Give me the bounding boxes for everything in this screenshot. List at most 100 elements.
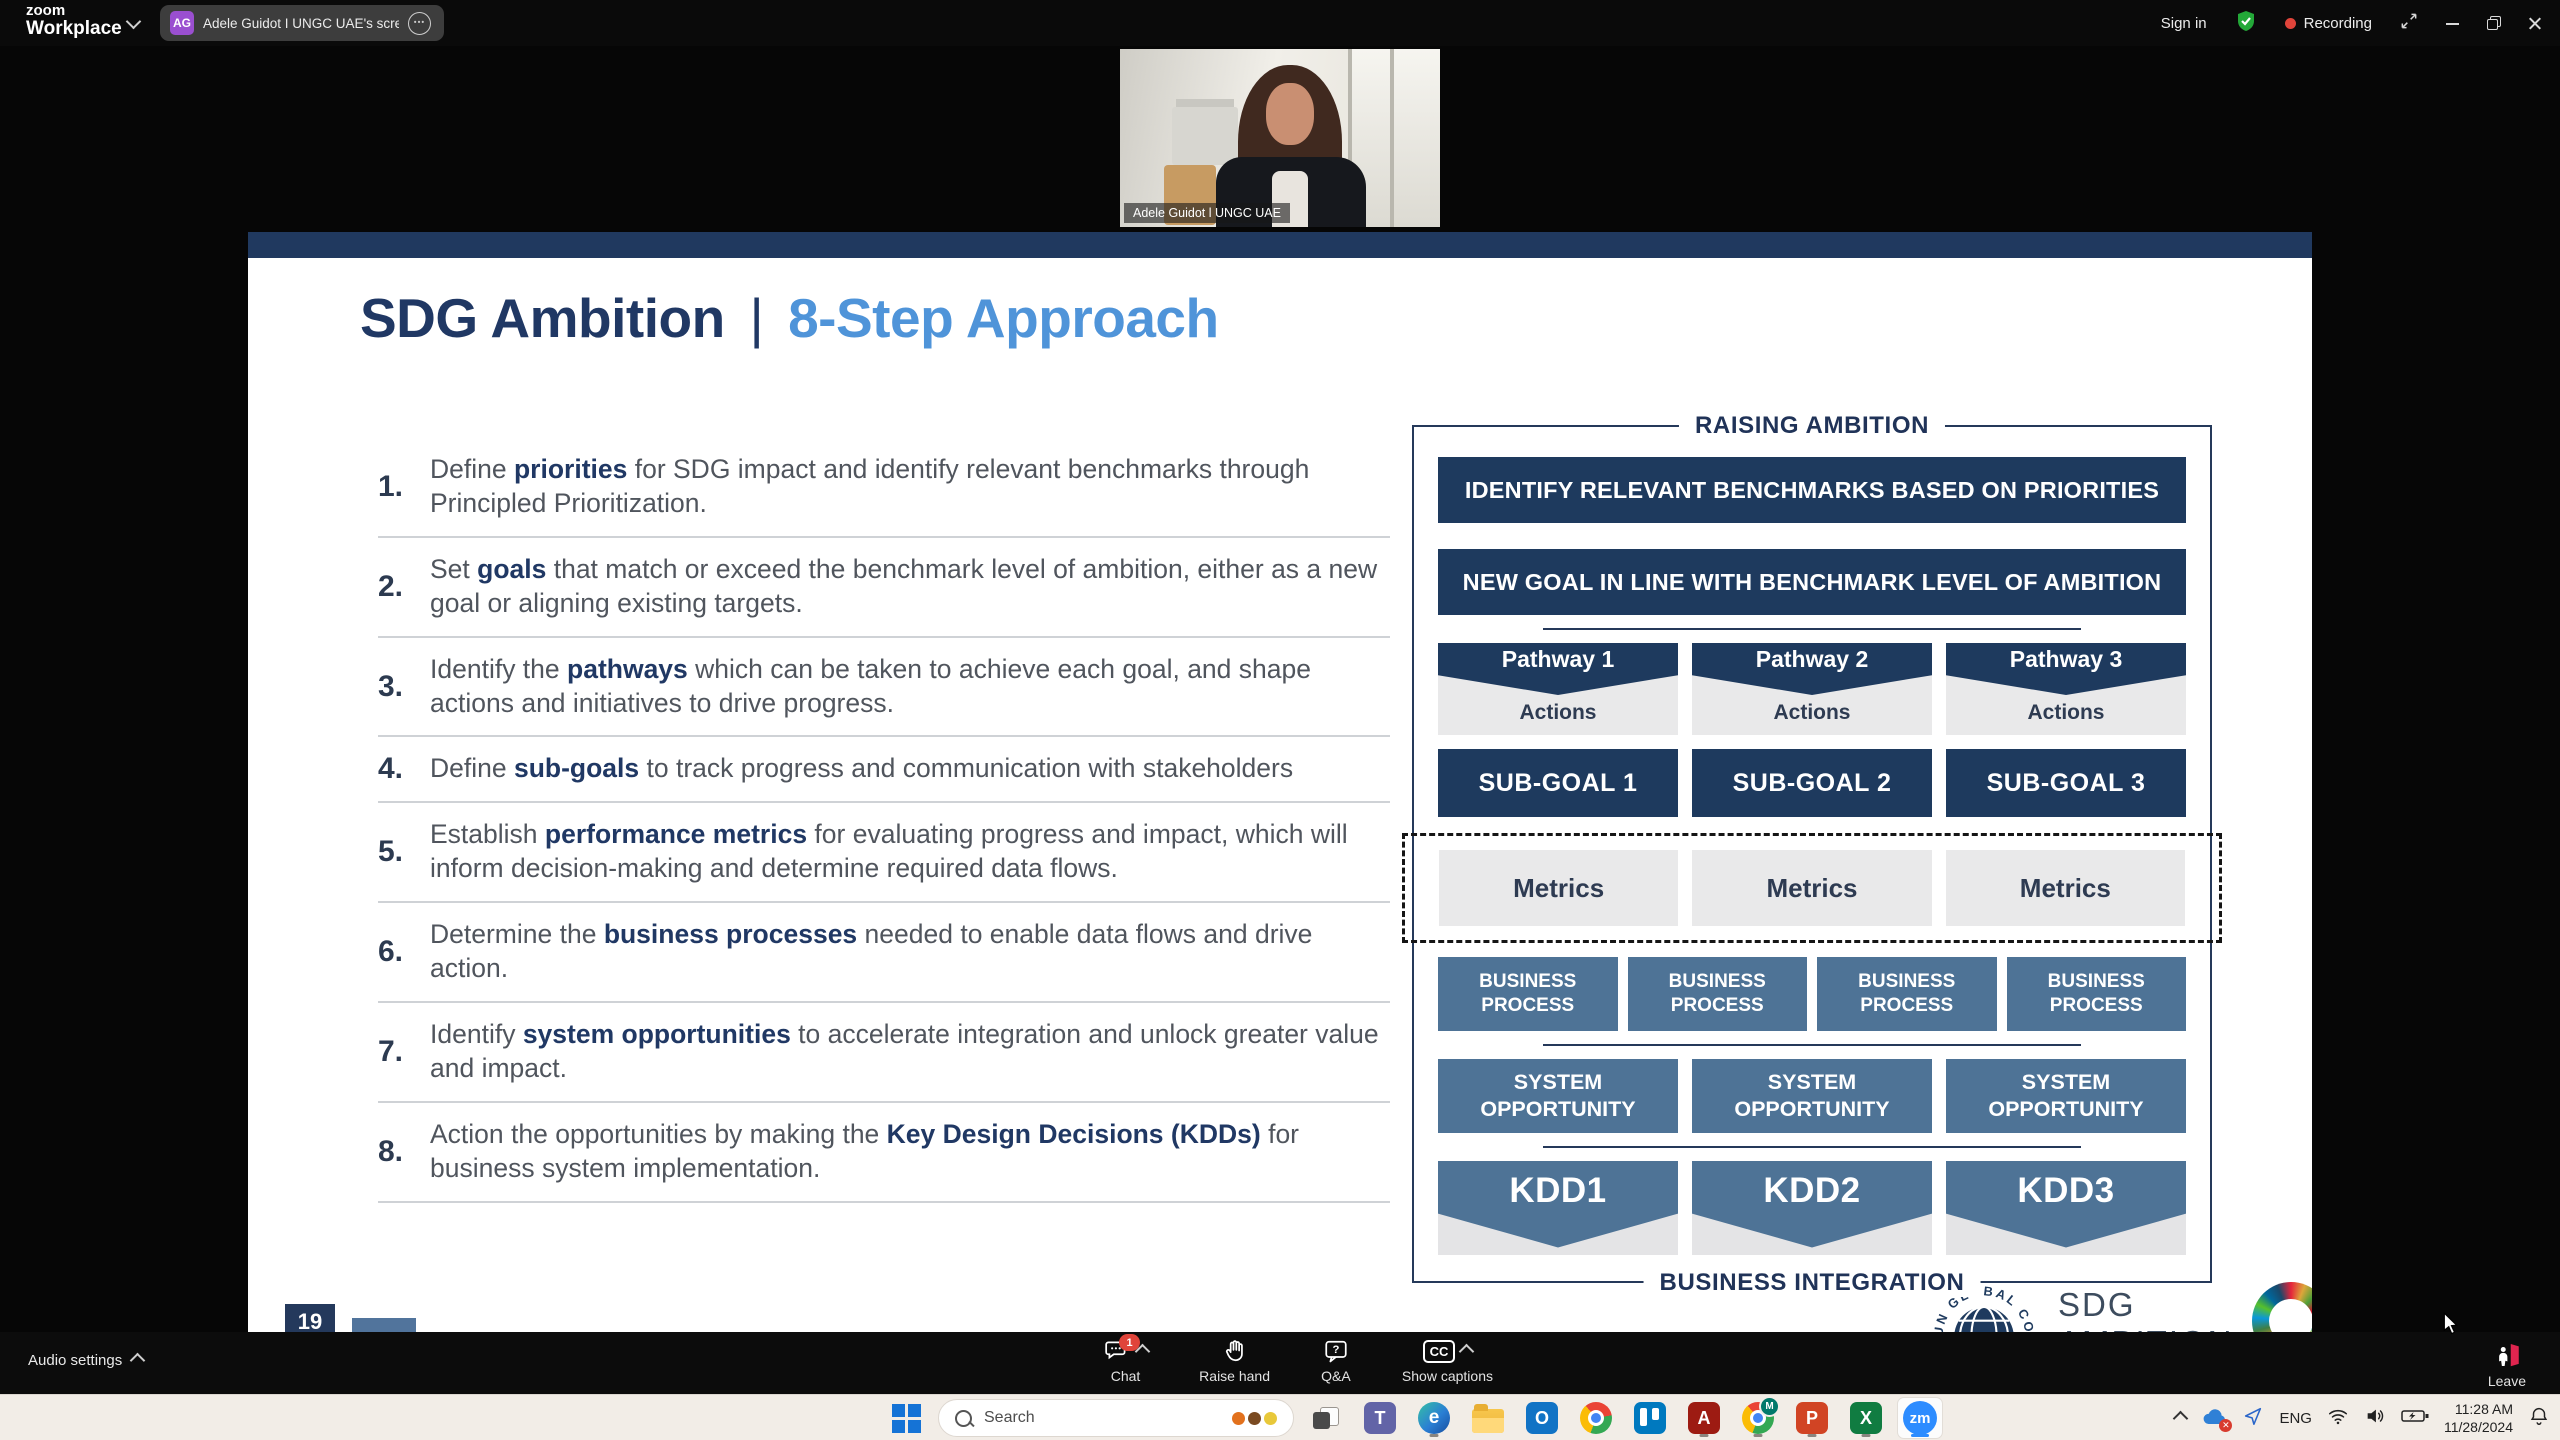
onedrive-error-badge: ✕ (2219, 1419, 2232, 1432)
step-fragment: Define (430, 454, 514, 484)
business-process-box: BUSINESS PROCESS (1817, 957, 1997, 1031)
step-item: 8.Action the opportunities by making the… (378, 1103, 1390, 1203)
taskbar-app-teams[interactable]: T (1358, 1398, 1402, 1438)
raising-ambition-diagram: RAISING AMBITION IDENTIFY RELEVANT BENCH… (1412, 410, 2212, 1283)
maximize-button[interactable] (2487, 16, 2501, 30)
kdd-banner: KDD1 (1438, 1161, 1678, 1255)
participant-video[interactable]: Adele Guidot l UNGC UAE (1120, 49, 1440, 227)
step-item: 5.Establish performance metrics for eval… (378, 803, 1390, 903)
toolbar-button-qa[interactable]: ?Q&A (1321, 1338, 1351, 1384)
recording-label: Recording (2304, 15, 2372, 32)
metrics-box: Metrics (1946, 850, 2185, 926)
tray-clock[interactable]: 11:28 AM 11/28/2024 (2444, 1400, 2513, 1436)
step-text: Identify the pathways which can be taken… (430, 653, 1390, 721)
taskbar-app-gmail[interactable]: M (1736, 1398, 1780, 1438)
leave-label: Leave (2488, 1373, 2526, 1389)
pumpkin-icon (1232, 1412, 1245, 1425)
taskbar-app-zoom[interactable]: zm (1898, 1398, 1942, 1438)
battery-icon[interactable] (2401, 1408, 2429, 1429)
step-number: 2. (378, 570, 430, 604)
taskbar-app-task-view[interactable] (1304, 1398, 1348, 1438)
system-opportunity-box: SYSTEM OPPORTUNITY (1692, 1059, 1932, 1133)
start-button[interactable] (884, 1398, 928, 1438)
step-keyword: pathways (567, 654, 688, 684)
chevron-up-icon[interactable] (130, 1353, 146, 1369)
taskbar-app-edge[interactable]: e (1412, 1398, 1456, 1438)
pathway-banner: Pathway 2 (1692, 643, 1932, 695)
turkey-icon (1248, 1412, 1261, 1425)
brand-line1: zoom (26, 3, 122, 19)
onedrive-icon[interactable]: ✕ (2201, 1408, 2227, 1428)
step-fragment: Identify (430, 1019, 523, 1049)
chat-icon: 1 (1103, 1338, 1148, 1368)
business-process-box: BUSINESS PROCESS (1438, 957, 1618, 1031)
step-fragment: to track progress and communication with… (639, 753, 1293, 783)
wifi-icon[interactable] (2327, 1405, 2349, 1432)
recording-dot-icon (2285, 18, 2296, 29)
taskbar-app-trello[interactable] (1628, 1398, 1672, 1438)
step-text: Set goals that match or exceed the bench… (430, 553, 1390, 621)
volume-icon[interactable] (2364, 1405, 2386, 1432)
zoom-toolbar: Audio settings 1Chat Raise hand ?Q&A CCShow… (0, 1332, 2560, 1394)
taskbar-app-chrome[interactable] (1574, 1398, 1618, 1438)
chevron-down-icon[interactable] (126, 14, 142, 30)
nearby-share-icon[interactable] (2242, 1405, 2264, 1432)
pathway-banner: Pathway 3 (1946, 643, 2186, 695)
corn-icon (1264, 1412, 1277, 1425)
fullscreen-icon[interactable] (2399, 11, 2419, 36)
step-keyword: system opportunities (523, 1019, 791, 1049)
chrome-icon (1580, 1402, 1612, 1434)
more-options-icon[interactable] (408, 12, 431, 35)
taskbar-app-excel[interactable]: X (1844, 1398, 1888, 1438)
diagram-bottom-label: BUSINESS INTEGRATION (1644, 1269, 1981, 1297)
step-item: 6.Determine the business processes neede… (378, 903, 1390, 1003)
subgoal-box: SUB-GOAL 3 (1946, 749, 2186, 817)
avatar: AG (170, 11, 194, 35)
kdd-banner: KDD3 (1946, 1161, 2186, 1255)
notification-bell-icon[interactable] (2528, 1405, 2550, 1432)
business-process-row: BUSINESS PROCESSBUSINESS PROCESSBUSINESS… (1438, 957, 2186, 1031)
step-keyword: sub-goals (514, 753, 639, 783)
divider (1543, 1044, 2082, 1046)
task-view-icon (1313, 1407, 1339, 1429)
step-keyword: performance metrics (545, 819, 807, 849)
metrics-dashed-box: MetricsMetricsMetrics (1402, 833, 2222, 943)
outlook-icon: O (1526, 1402, 1558, 1434)
active-indicator (1911, 1434, 1929, 1437)
footer-logos: UN GLOBAL COMPACT SDG AMBITION (1928, 1268, 2312, 1332)
leave-button[interactable]: Leave (2488, 1340, 2526, 1389)
sign-in-button[interactable]: Sign in (2161, 15, 2207, 32)
language-indicator[interactable]: ENG (2279, 1410, 2312, 1427)
zoom-window-titlebar: zoom Workplace AG Adele Guidot I UNGC UA… (0, 0, 2560, 46)
toolbar-button-chat[interactable]: 1Chat (1103, 1338, 1148, 1384)
step-number: 1. (378, 470, 430, 504)
raise-hand-glyph (1222, 1338, 1248, 1367)
slide-page-number: 19 (285, 1304, 335, 1332)
pathway-banner: Pathway 1 (1438, 643, 1678, 695)
tray-chevron-up-icon[interactable] (2173, 1410, 2189, 1426)
chat-label: Chat (1111, 1368, 1141, 1384)
taskbar-app-powerpoint[interactable]: P (1790, 1398, 1834, 1438)
subgoals-row: SUB-GOAL 1SUB-GOAL 2SUB-GOAL 3 (1438, 749, 2186, 817)
metrics-box: Metrics (1439, 850, 1678, 926)
gmail-badge: M (1759, 1396, 1780, 1417)
taskbar-app-file-explorer[interactable] (1466, 1398, 1510, 1438)
search-input[interactable]: Search (938, 1399, 1294, 1437)
step-fragment: that match or exceed the benchmark level… (430, 554, 1377, 618)
slide-title-separator: | (740, 287, 774, 349)
screen-share-tab[interactable]: AG Adele Guidot I UNGC UAE's scree (160, 5, 444, 41)
divider (1543, 1146, 2082, 1148)
step-keyword: Key Design Decisions (KDDs) (887, 1119, 1261, 1149)
audio-settings-button[interactable]: Audio settings (28, 1352, 143, 1369)
toolbar-button-raise-hand[interactable]: Raise hand (1199, 1338, 1270, 1384)
system-opportunity-box: SYSTEM OPPORTUNITY (1438, 1059, 1678, 1133)
taskbar-app-outlook[interactable]: O (1520, 1398, 1564, 1438)
minimize-button[interactable] (2446, 16, 2460, 30)
step-number: 8. (378, 1135, 430, 1169)
taskbar-app-acrobat[interactable]: A (1682, 1398, 1726, 1438)
sdg-ambition-wordmark: SDG AMBITION (2058, 1286, 2234, 1332)
chevron-up-icon[interactable] (1459, 1344, 1475, 1360)
toolbar-button-captions[interactable]: CCShow captions (1402, 1338, 1493, 1384)
raise-hand-label: Raise hand (1199, 1368, 1270, 1384)
close-button[interactable] (2528, 16, 2542, 30)
